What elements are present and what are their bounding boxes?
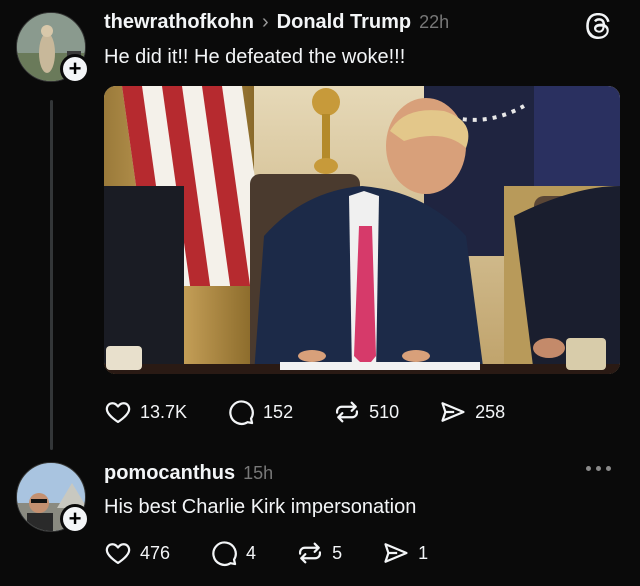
post-avatar[interactable]: + [16, 12, 90, 84]
repost-icon [299, 542, 322, 564]
repost-count: 5 [332, 542, 343, 563]
repost-count: 510 [369, 401, 400, 422]
post-image[interactable] [104, 86, 620, 374]
post-text: He did it!! He defeated the woke!!! [104, 46, 406, 68]
reply-actions: 476 4 5 1 [104, 539, 428, 567]
reply-button[interactable]: 4 [210, 539, 256, 567]
reply-header: pomocanthus 15h [104, 462, 273, 485]
send-icon [441, 402, 465, 422]
post-header: thewrathofkohn › Donald Trump 22h [104, 11, 449, 34]
repost-button[interactable]: 510 [333, 398, 399, 426]
reply-button[interactable]: 152 [227, 398, 293, 426]
heart-icon [105, 402, 131, 424]
follow-plus-icon[interactable]: + [60, 54, 90, 84]
more-icon[interactable] [586, 466, 611, 471]
repost-button[interactable]: 5 [296, 539, 342, 567]
like-count: 476 [140, 542, 171, 563]
comment-icon [212, 541, 237, 566]
reply-username[interactable]: pomocanthus [104, 462, 235, 485]
repost-icon [336, 401, 359, 423]
post-username[interactable]: thewrathofkohn [104, 11, 254, 34]
reply-text: His best Charlie Kirk impersonation [104, 496, 417, 518]
share-button[interactable]: 258 [439, 398, 505, 426]
like-button[interactable]: 476 [104, 539, 170, 567]
post-timestamp: 22h [419, 12, 450, 32]
send-icon [384, 543, 408, 563]
comment-icon [229, 400, 254, 425]
reply-count: 152 [263, 401, 294, 422]
share-button[interactable]: 1 [382, 539, 428, 567]
heart-icon [105, 543, 131, 565]
reply-to-username[interactable]: Donald Trump [277, 11, 411, 34]
reply-avatar[interactable]: + [16, 462, 90, 534]
like-count: 13.7K [140, 401, 188, 422]
post-image-content [104, 86, 620, 374]
reply-count: 4 [246, 542, 257, 563]
chevron-right-icon: › [262, 11, 269, 33]
follow-plus-icon[interactable]: + [60, 504, 90, 534]
reply-timestamp: 15h [243, 463, 274, 483]
share-count: 258 [475, 401, 506, 422]
like-button[interactable]: 13.7K [104, 398, 187, 426]
post-actions: 13.7K 152 510 258 [104, 398, 505, 426]
share-count: 1 [418, 542, 429, 563]
reply-post: + pomocanthus 15h His best Charlie Kirk … [0, 450, 640, 586]
post: + thewrathofkohn › Donald Trump 22h He d… [0, 0, 640, 450]
